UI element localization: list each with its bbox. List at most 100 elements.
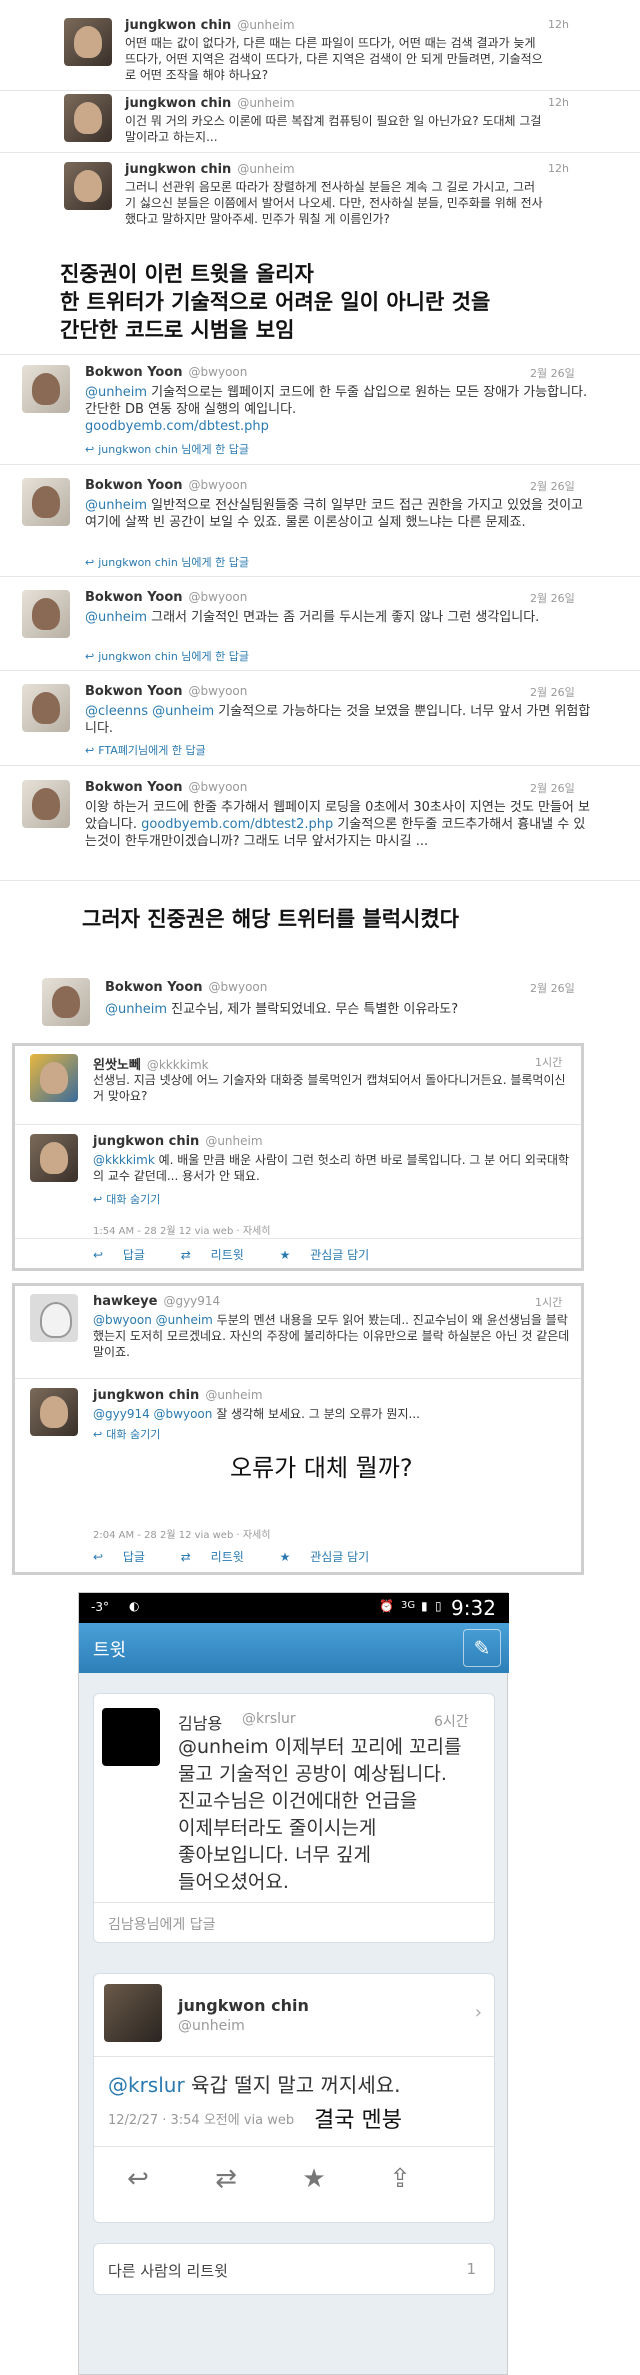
tweet-time[interactable]: 12h	[548, 162, 569, 175]
mention-link[interactable]: @krslur	[108, 2073, 185, 2097]
retweets-row[interactable]: 다른 사람의 리트윗 1	[93, 2243, 495, 2295]
reply-icon[interactable]: ↩	[118, 2159, 158, 2199]
reply-icon: ↩	[93, 1550, 107, 1564]
tweet-handle[interactable]: @krslur	[242, 1711, 296, 1727]
reply-button[interactable]: ↩ 답글	[93, 1550, 161, 1564]
reply-arrow-icon: ↩	[85, 744, 95, 757]
divider	[0, 354, 640, 355]
tweet-meta[interactable]: 2:04 AM - 28 2월 12 via web · 자세히	[93, 1526, 270, 1541]
divider	[15, 1378, 581, 1379]
retweet-button[interactable]: ⇄ 리트윗	[181, 1550, 260, 1564]
divider	[0, 670, 640, 671]
divider	[94, 2146, 494, 2147]
mention-link[interactable]: @unheim	[105, 1002, 167, 1017]
divider	[0, 880, 640, 881]
favorite-button[interactable]: ★ 관심글 담기	[280, 1550, 386, 1564]
reply-context[interactable]: ↩ jungkwon chin 님에게 한 답글	[85, 441, 249, 457]
caption-headline-2: 그러자 진중권은 해당 트위터를 블럭시켰다	[82, 907, 460, 931]
reply-arrow-icon: ↩	[85, 443, 95, 456]
tweet-author[interactable]: jungkwon chin @unheim	[93, 1388, 263, 1403]
mention-link[interactable]: @gyy914 @bwyoon	[93, 1407, 212, 1421]
bwyoon-avatar[interactable]	[22, 478, 70, 526]
tweet-author[interactable]: Bokwon Yoon @bwyoon	[85, 478, 247, 493]
tweet-author[interactable]: Bokwon Yoon @bwyoon	[105, 980, 267, 995]
bwyoon-avatar[interactable]	[42, 978, 90, 1026]
jungkwon-avatar[interactable]	[30, 1134, 78, 1182]
star-icon[interactable]: ★	[294, 2159, 334, 2199]
tweet-time[interactable]: 1시간	[535, 1054, 562, 1070]
tweet-time[interactable]: 2월 26일	[530, 980, 575, 996]
tweet-time[interactable]: 2월 26일	[530, 478, 575, 494]
favorite-button[interactable]: ★ 관심글 담기	[280, 1248, 386, 1262]
tweet-author[interactable]: jungkwon chin	[178, 1996, 309, 2015]
tweet-meta: 12/2/27 · 3:54 오전에 via web	[108, 2113, 295, 2128]
tweet-time[interactable]: 12h	[548, 96, 569, 109]
mention-link[interactable]: @unheim	[85, 610, 147, 625]
tweet-text: @unheim 그래서 기술적인 면과는 좀 거리를 두시는게 좋지 않나 그런…	[85, 610, 540, 625]
reply-button[interactable]: ↩ 답글	[93, 1248, 161, 1262]
reply-context[interactable]: 김남용님에게 답글	[108, 1914, 216, 1934]
mention-link[interactable]: @bwyoon @unheim	[93, 1313, 213, 1327]
tweet-card-unheim: jungkwon chin @unheim › @krslur 육갑 떨지 말고…	[93, 1973, 495, 2223]
tweet-card-krslur: 김남용 @krslur 6시간 @unheim 이제부터 꼬리에 꼬리를 물고 …	[93, 1693, 495, 1943]
tweet-author[interactable]: 김남용	[178, 1710, 222, 1734]
tweet-author[interactable]: Bokwon Yoon @bwyoon	[85, 590, 247, 605]
reply-context[interactable]: ↩ jungkwon chin 님에게 한 답글	[85, 648, 249, 664]
bwyoon-avatar[interactable]	[22, 780, 70, 828]
retweet-icon[interactable]: ⇄	[206, 2159, 246, 2199]
weather-readout: -3°	[91, 1600, 109, 1614]
conversation-box-1: 왼쌋노뻬 @kkkkimk 1시간 선생님. 지금 넷상에 어느 기술자와 대화중…	[12, 1043, 584, 1271]
jungkwon-avatar[interactable]	[104, 1984, 162, 2042]
jungkwon-avatar[interactable]	[64, 162, 112, 210]
tweet-meta[interactable]: 1:54 AM - 28 2월 12 via web · 자세히	[93, 1222, 270, 1237]
tweet-time[interactable]: 2월 26일	[530, 684, 575, 700]
tweet-time[interactable]: 6시간	[434, 1711, 469, 1731]
apple-avatar-icon[interactable]	[102, 1708, 160, 1766]
url-link[interactable]: goodbyemb.com/dbtest.php	[85, 419, 269, 434]
jungkwon-avatar[interactable]	[64, 94, 112, 142]
tweet-author[interactable]: Bokwon Yoon @bwyoon	[85, 780, 247, 795]
mention-link[interactable]: @unheim	[85, 385, 147, 400]
bwyoon-avatar[interactable]	[22, 365, 70, 413]
hide-conversation-link[interactable]: ↩ 대화 숨기기	[93, 1191, 160, 1207]
tweet-time[interactable]: 2월 26일	[530, 590, 575, 606]
jungkwon-avatar[interactable]	[64, 18, 112, 66]
mention-link[interactable]: @kkkkimk	[93, 1153, 155, 1167]
tweet-author[interactable]: jungkwon chin @unheim	[125, 18, 295, 33]
mention-link[interactable]: @cleenns @unheim	[85, 704, 214, 719]
divider	[0, 90, 640, 91]
tweet-author[interactable]: jungkwon chin @unheim	[125, 96, 295, 111]
tweet-handle[interactable]: @unheim	[178, 2018, 245, 2034]
bwyoon-avatar[interactable]	[22, 590, 70, 638]
tweet-author[interactable]: Bokwon Yoon @bwyoon	[85, 365, 247, 380]
tweet-text: @krslur 육갑 떨지 말고 꺼지세요.	[108, 2073, 401, 2097]
divider	[15, 1124, 581, 1125]
retweets-count: 1	[466, 2260, 476, 2278]
tweet-time[interactable]: 2월 26일	[530, 780, 575, 796]
retweet-button[interactable]: ⇄ 리트윗	[181, 1248, 260, 1262]
tweet-author[interactable]: jungkwon chin @unheim	[125, 162, 295, 177]
tweet-time[interactable]: 12h	[548, 18, 569, 31]
tweet-author[interactable]: hawkeye @gyy914	[93, 1294, 220, 1309]
share-icon[interactable]: ⇪	[380, 2159, 420, 2199]
notification-icon: ◐	[129, 1599, 140, 1613]
tweet-time[interactable]: 1시간	[535, 1294, 562, 1310]
mention-link[interactable]: @unheim	[85, 498, 147, 513]
tweet-author[interactable]: Bokwon Yoon @bwyoon	[85, 684, 247, 699]
jungkwon-avatar[interactable]	[30, 1388, 78, 1436]
tweet-time[interactable]: 2월 26일	[530, 365, 575, 381]
tweet-author[interactable]: 왼쌋노뻬 @kkkkimk	[93, 1054, 209, 1073]
reply-context[interactable]: ↩ FTA폐기님에게 한 답글	[85, 742, 206, 758]
tweet-text: @unheim 일반적으로 전산실팀원들중 극히 일부만 코드 접근 권한을 가…	[85, 498, 584, 530]
tweet-author[interactable]: jungkwon chin @unheim	[93, 1134, 263, 1149]
kkkkimk-avatar[interactable]	[30, 1054, 78, 1102]
reply-context[interactable]: ↩ jungkwon chin 님에게 한 답글	[85, 554, 249, 570]
gyy914-avatar[interactable]	[30, 1294, 78, 1342]
bwyoon-avatar[interactable]	[22, 684, 70, 732]
battery-icon: ▯	[435, 1599, 442, 1613]
chevron-right-icon[interactable]: ›	[475, 2002, 482, 2023]
hide-conversation-link[interactable]: ↩ 대화 숨기기	[93, 1426, 160, 1442]
divider	[0, 576, 640, 577]
url-link[interactable]: goodbyemb.com/dbtest2.php	[141, 817, 333, 832]
compose-icon[interactable]: ✎	[463, 1629, 501, 1667]
